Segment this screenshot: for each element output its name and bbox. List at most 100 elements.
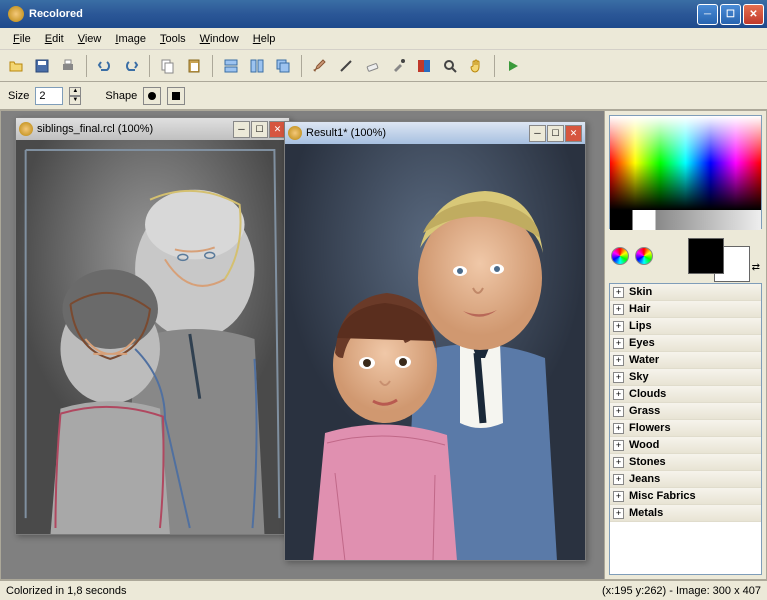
maximize-button[interactable]: ☐ — [720, 4, 741, 25]
category-label: Flowers — [629, 422, 671, 434]
swap-colors-icon[interactable]: ⇄ — [752, 262, 760, 273]
doc2-title: Result1* (100%) — [306, 127, 528, 139]
hand-tool[interactable] — [464, 54, 488, 78]
status-message: Colorized in 1,8 seconds — [6, 585, 602, 597]
expand-icon[interactable]: + — [613, 406, 624, 417]
workspace: siblings_final.rcl (100%) ─ ☐ ✕ — [0, 110, 767, 580]
line-tool[interactable] — [334, 54, 358, 78]
category-item-clouds[interactable]: + Clouds — [610, 386, 761, 403]
status-coordinates: (x:195 y:262) - Image: 300 x 407 — [602, 585, 761, 597]
category-item-hair[interactable]: +Hair — [610, 301, 761, 318]
save-button[interactable] — [30, 54, 54, 78]
doc2-canvas[interactable] — [285, 144, 585, 560]
category-label: Lips — [629, 320, 652, 332]
size-input[interactable] — [35, 87, 63, 105]
colorize-button[interactable] — [412, 54, 436, 78]
copy-button[interactable] — [156, 54, 180, 78]
doc2-maximize-button[interactable]: ☐ — [547, 125, 564, 142]
expand-icon[interactable]: + — [613, 355, 624, 366]
category-label: Sky — [629, 371, 649, 383]
menu-edit[interactable]: Edit — [38, 31, 71, 47]
category-item-metals[interactable]: + Metals — [610, 505, 761, 522]
document-window-result[interactable]: Result1* (100%) ─ ☐ ✕ — [284, 121, 586, 561]
cascade-button[interactable] — [271, 54, 295, 78]
undo-button[interactable] — [93, 54, 117, 78]
doc2-close-button[interactable]: ✕ — [565, 125, 582, 142]
document-window-source[interactable]: siblings_final.rcl (100%) ─ ☐ ✕ — [15, 117, 290, 535]
size-up-button[interactable]: ▲ — [69, 87, 81, 96]
category-item-sky[interactable]: + Sky — [610, 369, 761, 386]
expand-icon[interactable]: + — [613, 287, 624, 298]
doc1-maximize-button[interactable]: ☐ — [251, 121, 268, 138]
category-label: Eyes — [629, 337, 655, 349]
eyedropper-tool[interactable] — [386, 54, 410, 78]
menu-image[interactable]: Image — [108, 31, 153, 47]
category-item-water[interactable]: +Water — [610, 352, 761, 369]
color-picker[interactable] — [609, 115, 762, 229]
category-item-misc-fabrics[interactable]: + Misc Fabrics — [610, 488, 761, 505]
expand-icon[interactable]: + — [613, 372, 624, 383]
zoom-tool[interactable] — [438, 54, 462, 78]
category-item-lips[interactable]: + Lips — [610, 318, 761, 335]
size-down-button[interactable]: ▼ — [69, 96, 81, 105]
size-label: Size — [8, 90, 29, 102]
expand-icon[interactable]: + — [613, 304, 624, 315]
app-icon — [8, 6, 24, 22]
category-item-grass[interactable]: +Grass — [610, 403, 761, 420]
category-list: +Skin+Hair+Lips+Eyes+Water+Sky+Clouds+Gr… — [609, 283, 762, 575]
doc2-titlebar[interactable]: Result1* (100%) ─ ☐ ✕ — [285, 122, 585, 144]
foreground-swatch[interactable] — [688, 238, 724, 274]
color-spectrum[interactable] — [610, 116, 761, 210]
category-item-skin[interactable]: +Skin — [610, 284, 761, 301]
expand-icon[interactable]: + — [613, 338, 624, 349]
category-label: Metals — [629, 507, 663, 519]
statusbar: Colorized in 1,8 seconds (x:195 y:262) -… — [0, 580, 767, 600]
expand-icon[interactable]: + — [613, 508, 624, 519]
tile-vertical-button[interactable] — [245, 54, 269, 78]
menu-tools[interactable]: Tools — [153, 31, 193, 47]
category-item-stones[interactable]: + Stones — [610, 454, 761, 471]
tile-horizontal-button[interactable] — [219, 54, 243, 78]
category-item-eyes[interactable]: + Eyes — [610, 335, 761, 352]
category-item-wood[interactable]: +Wood — [610, 437, 761, 454]
doc1-titlebar[interactable]: siblings_final.rcl (100%) ─ ☐ ✕ — [16, 118, 289, 140]
category-label: Clouds — [629, 388, 666, 400]
shape-circle-button[interactable] — [143, 87, 161, 105]
category-item-flowers[interactable]: + Flowers — [610, 420, 761, 437]
color-wheel-fg-icon[interactable] — [611, 247, 629, 265]
app-title: Recolored — [29, 8, 697, 20]
expand-icon[interactable]: + — [613, 321, 624, 332]
shape-label: Shape — [105, 90, 137, 102]
color-wheel-bg-icon[interactable] — [635, 247, 653, 265]
category-label: Misc Fabrics — [629, 490, 696, 502]
shape-square-button[interactable] — [167, 87, 185, 105]
menu-window[interactable]: Window — [193, 31, 246, 47]
paste-button[interactable] — [182, 54, 206, 78]
expand-icon[interactable]: + — [613, 423, 624, 434]
doc1-minimize-button[interactable]: ─ — [233, 121, 250, 138]
size-stepper[interactable]: ▲ ▼ — [69, 87, 81, 105]
menu-view[interactable]: View — [71, 31, 109, 47]
expand-icon[interactable]: + — [613, 474, 624, 485]
expand-icon[interactable]: + — [613, 440, 624, 451]
menu-file[interactable]: File — [6, 31, 38, 47]
brush-tool[interactable] — [308, 54, 332, 78]
menu-help[interactable]: Help — [246, 31, 283, 47]
redo-button[interactable] — [119, 54, 143, 78]
run-button[interactable] — [501, 54, 525, 78]
category-item-jeans[interactable]: +Jeans — [610, 471, 761, 488]
close-button[interactable]: ✕ — [743, 4, 764, 25]
minimize-button[interactable]: ─ — [697, 4, 718, 25]
canvas-area: siblings_final.rcl (100%) ─ ☐ ✕ — [0, 110, 605, 580]
swatch-row: ⇄ — [609, 233, 762, 279]
expand-icon[interactable]: + — [613, 389, 624, 400]
expand-icon[interactable]: + — [613, 457, 624, 468]
doc2-minimize-button[interactable]: ─ — [529, 125, 546, 142]
doc1-canvas[interactable] — [16, 140, 289, 534]
print-button[interactable] — [56, 54, 80, 78]
open-button[interactable] — [4, 54, 28, 78]
expand-icon[interactable]: + — [613, 491, 624, 502]
eraser-tool[interactable] — [360, 54, 384, 78]
grayscale-strip[interactable] — [610, 210, 761, 230]
category-label: Stones — [629, 456, 666, 468]
